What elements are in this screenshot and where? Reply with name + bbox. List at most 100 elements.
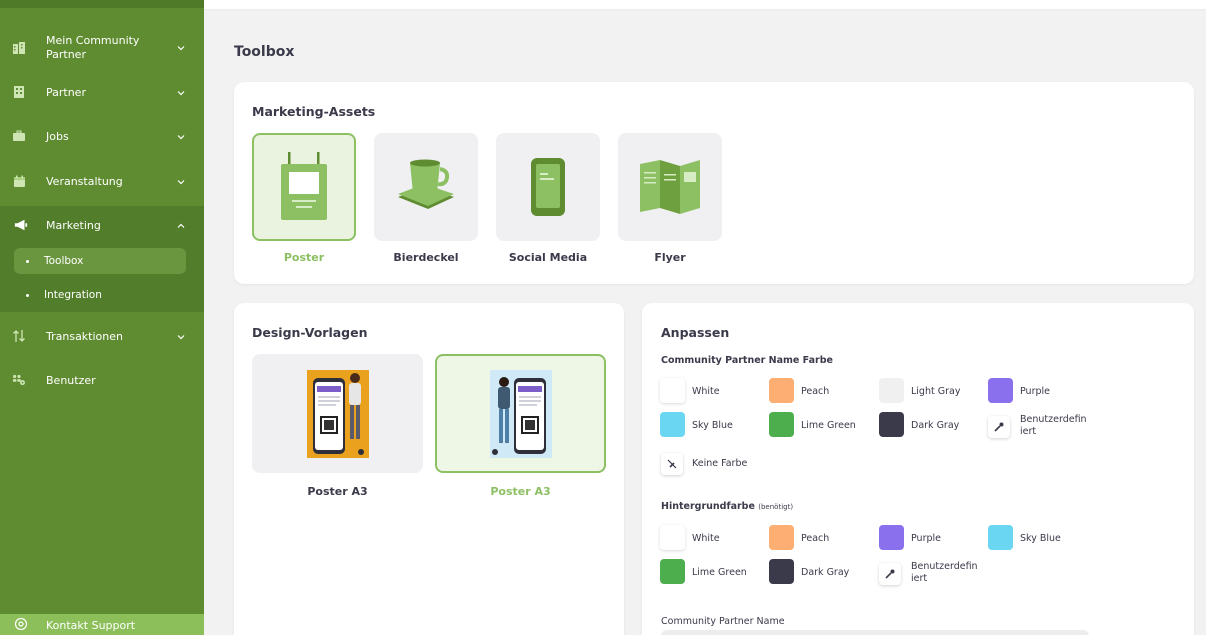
top-bar — [204, 0, 1206, 9]
bg-swatch-purple[interactable] — [879, 525, 904, 550]
asset-label-bierdeckel: Bierdeckel — [393, 251, 459, 264]
sidebar-subitem-label: Integration — [44, 289, 102, 301]
name-color-label: Community Partner Name Farbe — [661, 355, 833, 366]
sidebar-item-label: Marketing — [46, 219, 101, 232]
community-partner-name-label: Community Partner Name — [661, 616, 785, 627]
template-poster-a3-blue[interactable] — [435, 354, 606, 473]
asset-bierdeckel[interactable] — [374, 133, 478, 241]
poster-template-thumbnail — [489, 369, 552, 458]
swatch-label: Peach — [801, 533, 830, 544]
swatch-label: Dark Gray — [911, 420, 960, 431]
sidebar: Mein Community Partner Partner Jobs Vera… — [0, 0, 204, 635]
sidebar-item-jobs[interactable]: Jobs — [0, 129, 204, 145]
sidebar-item-mein-community-partner[interactable]: Mein Community Partner — [0, 33, 204, 63]
eyedropper-icon — [994, 422, 1004, 432]
swatch-purple[interactable] — [988, 378, 1013, 403]
sidebar-item-partner[interactable]: Partner — [0, 85, 204, 101]
transfer-arrows-icon — [12, 329, 26, 343]
asset-label-flyer: Flyer — [654, 251, 686, 264]
sidebar-item-benutzer[interactable]: Benutzer — [0, 373, 204, 389]
briefcase-icon — [12, 129, 26, 143]
chevron-down-icon — [177, 135, 185, 140]
swatch-white[interactable] — [660, 378, 685, 403]
bg-swatch-lime-green[interactable] — [660, 559, 685, 584]
asset-social-media[interactable] — [496, 133, 600, 241]
swatch-lime-green[interactable] — [769, 412, 794, 437]
bg-swatch-white[interactable] — [660, 525, 685, 550]
coaster-cup-icon — [398, 159, 454, 209]
asset-flyer[interactable] — [618, 133, 722, 241]
swatch-label: Sky Blue — [1020, 533, 1061, 544]
asset-label-social-media: Social Media — [508, 251, 588, 264]
swatch-label: Sky Blue — [692, 420, 733, 431]
building-icon — [12, 41, 26, 55]
background-color-label-text: Hintergrundfarbe — [661, 501, 755, 512]
contact-support-button[interactable]: Kontakt Support — [0, 614, 204, 635]
swatch-label: White — [692, 386, 720, 397]
bg-swatch-dark-gray[interactable] — [769, 559, 794, 584]
design-templates-title: Design-Vorlagen — [252, 325, 368, 340]
chevron-down-icon — [177, 335, 185, 340]
swatch-peach[interactable] — [769, 378, 794, 403]
no-color-icon — [667, 459, 677, 469]
template-label: Poster A3 — [490, 485, 551, 498]
sidebar-top-strip — [0, 0, 204, 8]
megaphone-icon — [14, 218, 28, 232]
swatch-label: Benutzerdefin iert — [911, 561, 978, 584]
swatch-sky-blue[interactable] — [660, 412, 685, 437]
chevron-down-icon — [177, 91, 185, 96]
flyer-icon — [640, 160, 700, 214]
sidebar-item-transaktionen[interactable]: Transaktionen — [0, 329, 204, 345]
bg-swatch-custom-color[interactable] — [879, 563, 901, 585]
users-gear-icon — [12, 373, 26, 387]
sidebar-item-label: Mein Community Partner — [46, 34, 140, 61]
marketing-section: Marketing Toolbox Integration — [0, 206, 204, 312]
calendar-icon — [12, 174, 26, 188]
customize-title: Anpassen — [661, 325, 730, 340]
phone-icon — [531, 158, 565, 216]
sidebar-subitem-toolbox[interactable]: Toolbox — [14, 248, 186, 274]
swatch-label: Lime Green — [801, 420, 856, 431]
marketing-assets-title: Marketing-Assets — [252, 104, 376, 119]
swatch-light-gray[interactable] — [879, 378, 904, 403]
bg-swatch-sky-blue[interactable] — [988, 525, 1013, 550]
sidebar-item-label: Benutzer — [46, 374, 96, 387]
swatch-label: Benutzerdefin iert — [1020, 414, 1087, 437]
background-color-label: Hintergrundfarbe (benötigt) — [661, 501, 793, 512]
bullet-dot — [26, 259, 29, 263]
sidebar-item-label: Partner — [46, 86, 86, 99]
template-label: Poster A3 — [307, 485, 368, 498]
chevron-down-icon — [177, 46, 185, 51]
chevron-down-icon — [177, 180, 185, 185]
office-icon — [12, 85, 26, 99]
swatch-label: Keine Farbe — [692, 458, 748, 469]
sidebar-item-veranstaltung[interactable]: Veranstaltung — [0, 174, 204, 190]
asset-poster[interactable] — [252, 133, 356, 241]
sidebar-item-marketing[interactable]: Marketing — [0, 218, 204, 234]
swatch-label: White — [692, 533, 720, 544]
sidebar-item-label: Transaktionen — [46, 330, 123, 343]
eyedropper-icon — [885, 569, 895, 579]
swatch-custom-color[interactable] — [988, 416, 1010, 438]
swatch-label: Purple — [1020, 386, 1051, 397]
bg-swatch-peach[interactable] — [769, 525, 794, 550]
template-poster-a3-yellow[interactable] — [252, 354, 423, 473]
sidebar-subitem-integration[interactable]: Integration — [14, 282, 186, 308]
poster-template-thumbnail — [306, 369, 369, 458]
contact-support-label: Kontakt Support — [46, 619, 136, 632]
asset-label-poster: Poster — [283, 251, 325, 264]
swatch-label: Dark Gray — [801, 567, 850, 578]
poster-icon — [281, 152, 327, 220]
sidebar-item-label: Jobs — [46, 130, 69, 143]
required-note: (benötigt) — [758, 503, 794, 511]
swatch-no-color[interactable] — [661, 453, 683, 475]
sidebar-subitem-label: Toolbox — [44, 255, 84, 267]
swatch-label: Light Gray — [911, 386, 961, 397]
swatch-dark-gray[interactable] — [879, 412, 904, 437]
swatch-label: Lime Green — [692, 567, 747, 578]
swatch-label: Peach — [801, 386, 830, 397]
community-partner-name-input[interactable] — [661, 630, 1089, 635]
page-title: Toolbox — [234, 44, 295, 60]
swatch-label: Purple — [911, 533, 942, 544]
sidebar-item-label: Veranstaltung — [46, 175, 123, 188]
